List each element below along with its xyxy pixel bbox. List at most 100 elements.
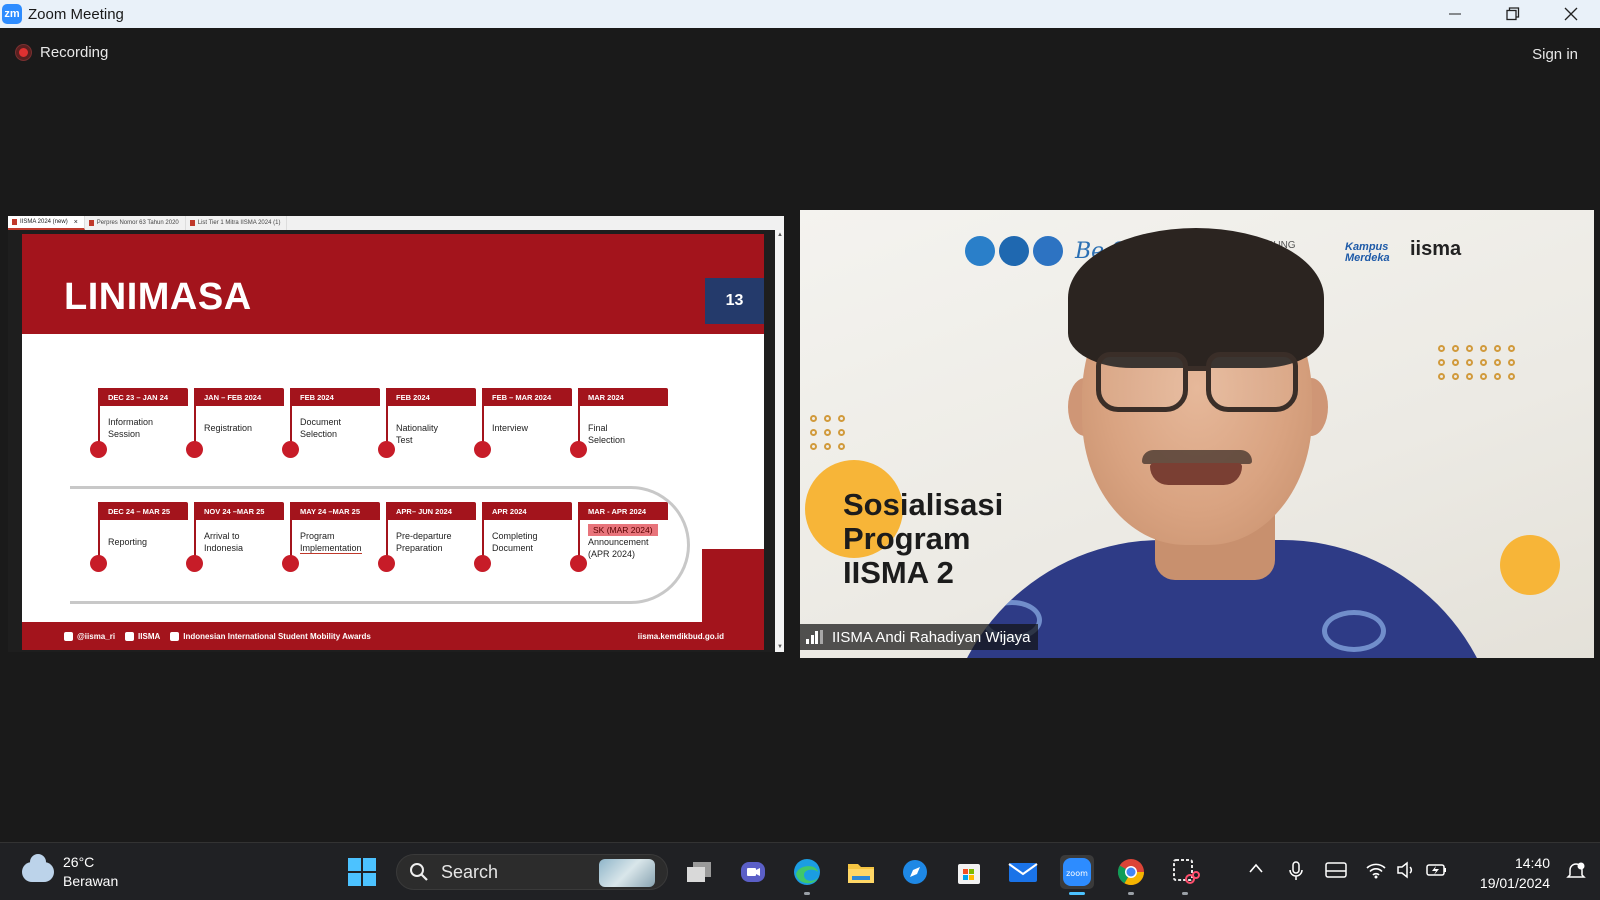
restore-button[interactable]: [1484, 0, 1542, 28]
instagram-icon: [64, 631, 73, 641]
taskbar-search[interactable]: Search: [396, 854, 668, 890]
timeline-milestone: DEC 23 – JAN 24 Information Session: [90, 388, 188, 458]
microsoft-store-app[interactable]: [952, 855, 986, 889]
window-title: Zoom Meeting: [28, 5, 124, 23]
search-label: Search: [441, 861, 499, 882]
milestone-label: Arrival to Indonesia: [204, 531, 244, 553]
participant-hair: [1068, 228, 1324, 368]
start-button[interactable]: [345, 855, 379, 889]
timeline-milestone: MAR 2024 Final Selection: [570, 388, 668, 458]
milestone-label: Final Selection: [588, 423, 626, 445]
snipping-tool-app[interactable]: [1168, 855, 1202, 895]
pdf-tab[interactable]: List Tier 1 Mitra IISMA 2024 (1): [186, 216, 288, 230]
glasses-bridge: [1184, 366, 1210, 371]
milestone-date: DEC 24 – MAR 25: [98, 502, 188, 520]
milestone-highlight: SK (MAR 2024): [588, 524, 658, 536]
milestone-date: FEB 2024: [386, 388, 476, 406]
task-view-button[interactable]: [682, 855, 716, 889]
windows-logo-icon: [348, 858, 376, 886]
zoom-icon: zoom: [1063, 858, 1091, 886]
notification-center-button[interactable]: [1566, 861, 1586, 881]
search-highlight-art: [599, 859, 655, 887]
scroll-up-icon[interactable]: ▲: [777, 232, 783, 238]
pdf-icon: [189, 220, 195, 226]
milestone-date: JAN – FEB 2024: [194, 388, 284, 406]
weather-widget[interactable]: 26°C Berawan: [22, 853, 118, 891]
clock-date: 19/01/2024: [1479, 875, 1550, 891]
milestone-date: MAR - APR 2024: [578, 502, 668, 520]
pdf-tab[interactable]: Perpres Nomor 63 Tahun 2020: [85, 216, 186, 230]
pdf-tab-bar: IISMA 2024 (new) × Perpres Nomor 63 Tahu…: [8, 216, 784, 230]
glasses-lens-left: [1096, 352, 1188, 412]
folder-icon: [848, 864, 874, 883]
milestone-dot: [474, 441, 491, 458]
zoom-app[interactable]: zoom: [1060, 855, 1094, 895]
timeline-milestone: APR– JUN 2024 Pre-departure Preparation: [378, 502, 476, 572]
linkedin-icon: [170, 631, 180, 641]
safari-app[interactable]: [898, 855, 932, 889]
system-clock[interactable]: 14:40 19/01/2024: [1480, 853, 1550, 893]
battery-charging-icon: [1426, 864, 1446, 876]
close-button[interactable]: [1542, 0, 1600, 28]
milestone-dot: [474, 555, 491, 572]
window-controls: [1426, 0, 1600, 28]
glasses-lens-right: [1206, 352, 1298, 412]
timeline-milestone: FEB 2024 Nationality Test: [378, 388, 476, 458]
store-icon: [958, 864, 980, 884]
battery-button[interactable]: [1426, 861, 1448, 883]
wifi-button[interactable]: [1366, 861, 1386, 883]
recording-icon: [16, 45, 31, 60]
decor-dot-grid: [810, 415, 845, 450]
milestone-date: MAR 2024: [578, 388, 668, 406]
timeline-milestone: MAY 24 –MAR 25 Program Implementation: [282, 502, 380, 572]
milestone-label: Registration: [204, 423, 253, 433]
pdf-icon: [88, 220, 94, 226]
tab-label: IISMA 2024 (new): [20, 219, 68, 225]
footer-instagram: @iisma_ri: [64, 631, 115, 641]
footer-website: iisma.kemdikbud.go.id: [637, 631, 724, 641]
presentation-slide: LINIMASA 13 DEC 23 – JAN 24 Information S…: [22, 234, 764, 650]
snipping-tool-icon: [1173, 859, 1200, 884]
milestone-label: Nationality Test: [396, 423, 439, 445]
university-logo-icon: [1033, 236, 1063, 266]
timeline-milestone: APR 2024 Completing Document: [474, 502, 572, 572]
pdf-icon: [12, 219, 17, 225]
volume-button[interactable]: [1396, 861, 1416, 883]
chrome-icon: [1117, 859, 1145, 886]
participant-name-tag: IISMA Andi Rahadiyan Wijaya: [800, 624, 1039, 650]
chrome-app[interactable]: [1114, 855, 1148, 895]
tab-label: List Tier 1 Mitra IISMA 2024 (1): [197, 220, 281, 226]
edge-browser-icon: [794, 859, 820, 885]
milestone-dot: [186, 555, 203, 572]
cloudy-weather-icon: [22, 854, 54, 882]
minimize-button[interactable]: [1426, 0, 1484, 28]
milestone-dot: [186, 441, 203, 458]
microphone-button[interactable]: [1288, 861, 1304, 885]
task-view-icon: [687, 862, 711, 882]
blu-logo-icon: [999, 236, 1029, 266]
minimize-icon: [1449, 13, 1461, 15]
tab-close-icon[interactable]: ×: [74, 219, 78, 226]
tablet-mode-button[interactable]: [1325, 861, 1347, 883]
mail-app[interactable]: [1006, 855, 1040, 889]
file-explorer-app[interactable]: [844, 855, 878, 889]
sign-in-button[interactable]: Sign in: [1526, 42, 1584, 66]
recording-indicator[interactable]: Recording: [16, 44, 108, 61]
scroll-down-icon[interactable]: ▼: [777, 644, 783, 650]
show-hidden-icons-button[interactable]: [1248, 861, 1264, 879]
timeline-milestone: DEC 24 – MAR 25 Reporting: [90, 502, 188, 572]
edge-app[interactable]: [790, 855, 824, 895]
pdf-scrollbar[interactable]: ▲ ▼: [775, 230, 784, 652]
participant-video[interactable]: Be S AS LAMPUNG KampusMerdeka iisma Sosi…: [800, 210, 1594, 658]
tab-label: Perpres Nomor 63 Tahun 2020: [96, 220, 179, 226]
participant-name: IISMA Andi Rahadiyan Wijaya: [832, 628, 1031, 646]
milestone-date: FEB – MAR 2024: [482, 388, 572, 406]
svg-text:zoom: zoom: [1066, 869, 1088, 878]
pdf-tab-active[interactable]: IISMA 2024 (new) ×: [8, 216, 85, 230]
milestone-date: DEC 23 – JAN 24: [98, 388, 188, 406]
teams-app[interactable]: [736, 855, 770, 889]
compass-icon: [903, 860, 927, 884]
restore-icon: [1506, 7, 1520, 21]
youtube-icon: [125, 631, 135, 641]
participant-moustache: [1142, 450, 1252, 464]
